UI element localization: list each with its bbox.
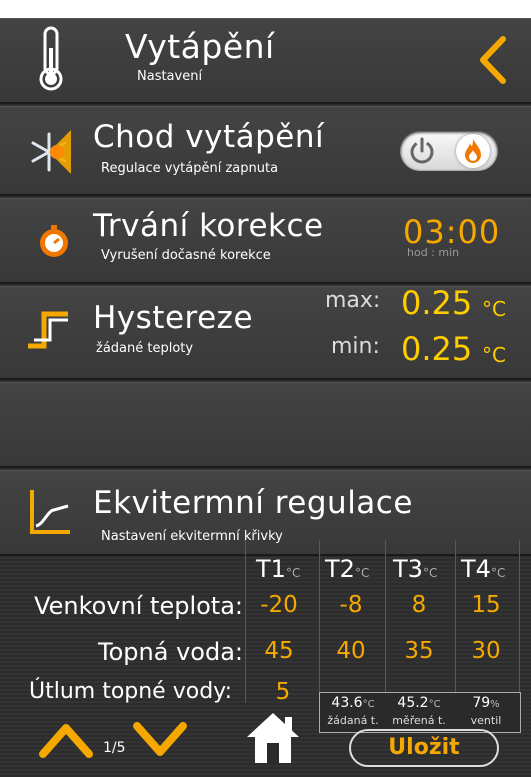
outdoor-t2-value[interactable]: -8: [321, 592, 381, 618]
hysteresis-max-unit: °C: [482, 297, 506, 321]
equitherm-subtitle: Nastavení ekvitermní křivky: [101, 529, 283, 544]
outdoor-t3-value[interactable]: 8: [389, 592, 449, 618]
table-header-t4: T4°C: [461, 555, 506, 583]
table-divider: [319, 540, 320, 703]
table-divider: [245, 540, 246, 703]
table-header-t2: T2°C: [325, 555, 370, 583]
thermometer-icon: [39, 26, 63, 91]
hysteresis-min-unit: °C: [482, 343, 506, 367]
hysteresis-step-icon: [28, 311, 68, 349]
table-divider: [519, 540, 520, 703]
sun-snowflake-icon: [31, 130, 71, 174]
water-t2-value[interactable]: 40: [321, 638, 381, 664]
hysteresis-min-label: min:: [331, 334, 380, 359]
info-valve-label: ventil: [470, 714, 502, 727]
page-indicator: 1/5: [103, 740, 126, 756]
hysteresis-subtitle: žádané teploty: [96, 341, 194, 356]
page-up-icon[interactable]: [38, 720, 94, 760]
save-button[interactable]: Uložit: [349, 729, 499, 767]
page-down-icon[interactable]: [132, 720, 188, 760]
table-divider: [455, 540, 456, 703]
outdoor-t4-value[interactable]: 15: [456, 592, 516, 618]
attenuation-value[interactable]: 5: [253, 679, 313, 705]
row-label-outdoor: Venkovní teplota:: [34, 592, 243, 620]
water-t1-value[interactable]: 45: [249, 638, 309, 664]
status-info-box: 43.6°C žádaná t. 45.2°C měřená t. 79% ve…: [319, 692, 521, 733]
correction-time-unit: hod : min: [407, 246, 460, 259]
equitherm-title: Ekvitermní regulace: [93, 485, 413, 521]
home-icon[interactable]: [243, 709, 303, 765]
equitherm-row[interactable]: Ekvitermní regulace Nastavení ekvitermní…: [0, 470, 531, 556]
heating-title: Chod vytápění: [93, 119, 325, 155]
table-header-t3: T3°C: [393, 555, 438, 583]
info-valve-value: 79%: [472, 695, 500, 711]
power-icon: [410, 137, 434, 164]
water-t4-value[interactable]: 30: [456, 638, 516, 664]
correction-subtitle: Vyrušení dočasné korekce: [101, 248, 271, 263]
row-label-attenuation: Útlum topné vody:: [28, 679, 232, 704]
info-setpoint-value: 43.6°C: [331, 695, 375, 711]
header-bar: Vytápění Nastavení: [0, 18, 531, 104]
flame-icon: [465, 139, 481, 163]
row-label-heating-water: Topná voda:: [98, 638, 243, 666]
empty-row: [0, 382, 531, 468]
heating-subtitle: Regulace vytápění zapnuta: [101, 161, 279, 176]
table-divider: [385, 540, 386, 703]
toggle-knob: [456, 134, 490, 168]
screen: Vytápění Nastavení Chod vytápění Regulac…: [0, 18, 531, 777]
info-measured-value: 45.2°C: [397, 695, 441, 711]
heating-toggle[interactable]: [400, 131, 498, 171]
curve-chart-icon: [30, 490, 70, 534]
back-chevron-icon[interactable]: [478, 36, 508, 84]
hysteresis-min-value[interactable]: 0.25: [401, 330, 472, 368]
water-t3-value[interactable]: 35: [389, 638, 449, 664]
page-subtitle: Nastavení: [137, 69, 203, 84]
page-title: Vytápění: [125, 27, 275, 66]
info-measured-label: měřená t.: [392, 714, 446, 727]
correction-title: Trvání korekce: [93, 208, 324, 244]
hysteresis-title: Hystereze: [93, 300, 254, 336]
table-header-t1: T1°C: [256, 555, 301, 583]
info-setpoint-label: žádaná t.: [327, 714, 379, 727]
hysteresis-max-value[interactable]: 0.25: [401, 284, 472, 322]
outdoor-t1-value[interactable]: -20: [249, 592, 309, 618]
hysteresis-max-label: max:: [325, 288, 381, 313]
stopwatch-icon: [40, 225, 68, 257]
